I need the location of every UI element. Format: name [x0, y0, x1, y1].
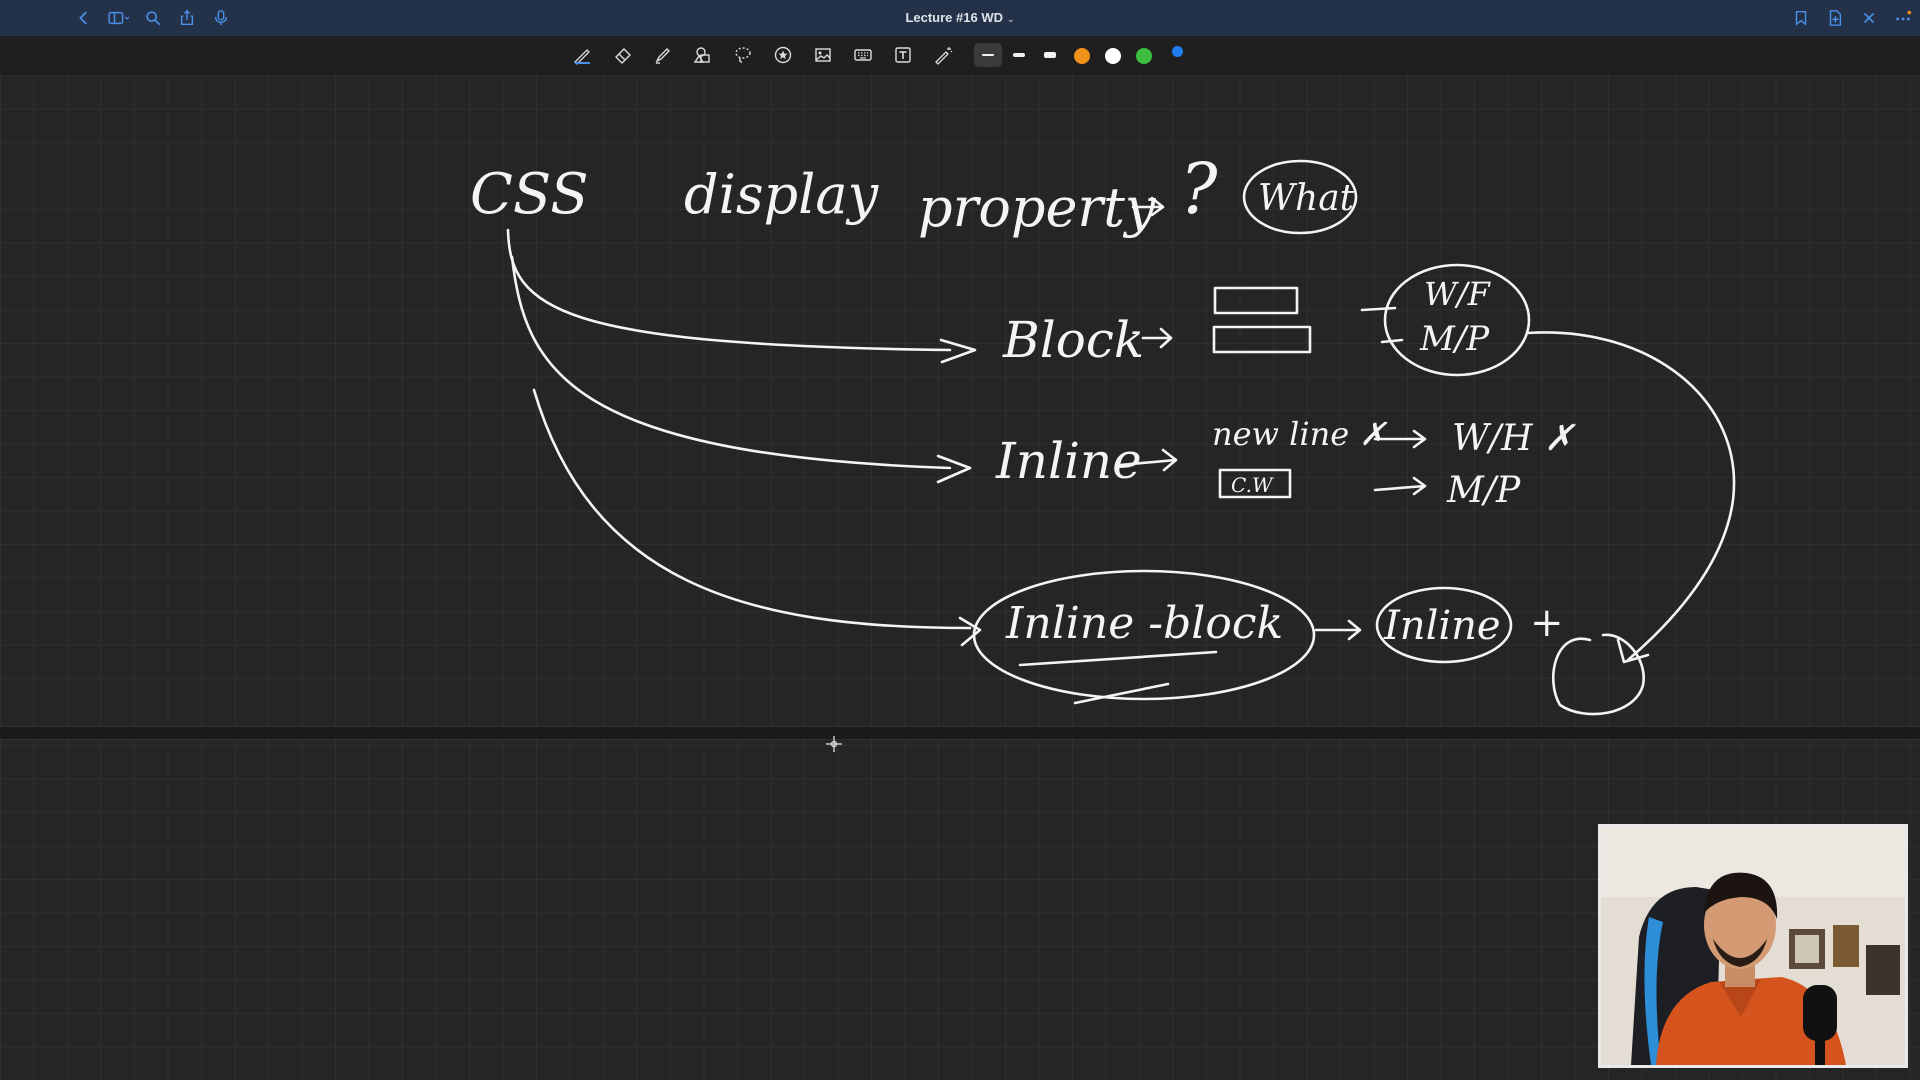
color-green-swatch[interactable] — [1136, 48, 1152, 64]
laser-pointer-icon[interactable] — [930, 44, 956, 66]
document-title-text: Lecture #16 WD — [905, 10, 1003, 25]
pen-tool-icon[interactable] — [569, 44, 595, 66]
color-orange-swatch[interactable] — [1074, 48, 1090, 64]
image-tool-icon[interactable] — [810, 44, 836, 66]
document-title[interactable]: Lecture #16 WD ⌄ — [0, 10, 1920, 25]
move-cursor-icon — [824, 734, 844, 754]
add-page-icon[interactable] — [1825, 8, 1845, 28]
webcam-frame — [1601, 827, 1905, 1065]
presenter-webcam — [1598, 824, 1908, 1068]
stroke-thin-swatch — [982, 54, 994, 56]
shapes-tool-icon[interactable] — [690, 44, 716, 66]
sticker-tool-icon[interactable] — [770, 44, 796, 66]
title-bar: Lecture #16 WD ⌄ — [0, 0, 1920, 36]
bookmark-icon[interactable] — [1791, 8, 1811, 28]
drawing-toolbar — [0, 36, 1920, 75]
keyboard-tool-icon[interactable] — [850, 44, 876, 66]
lasso-tool-icon[interactable] — [730, 44, 756, 66]
text-tool-icon[interactable] — [890, 44, 916, 66]
color-white-swatch[interactable] — [1105, 48, 1121, 64]
stroke-thin-option[interactable] — [974, 43, 1002, 67]
stroke-medium-swatch — [1013, 53, 1025, 57]
chevron-down-icon[interactable]: ⌄ — [1007, 14, 1015, 24]
stroke-thick-swatch — [1044, 52, 1056, 58]
page-separator — [0, 726, 1920, 740]
more-icon[interactable] — [1893, 8, 1913, 28]
stroke-medium-option[interactable] — [1005, 43, 1033, 67]
highlighter-tool-icon[interactable] — [650, 44, 676, 66]
eraser-tool-icon[interactable] — [610, 44, 636, 66]
color-blue-swatch[interactable] — [1172, 46, 1183, 57]
close-icon[interactable] — [1859, 8, 1879, 28]
stroke-thick-option[interactable] — [1036, 43, 1064, 67]
